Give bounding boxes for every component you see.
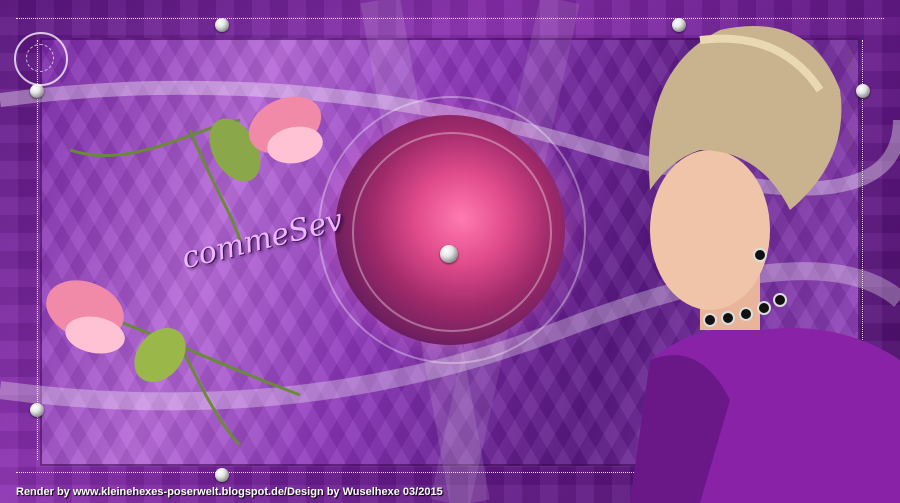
pearl-bottom-left: [215, 468, 229, 482]
pearl-left-upper: [30, 84, 44, 98]
orb-inner-ring: [352, 132, 552, 332]
lace-line-left: [37, 40, 38, 460]
flower-bottom-stem: [99, 313, 301, 447]
face: [650, 150, 770, 310]
stamp-icon: [14, 32, 68, 86]
pearl-top-left: [215, 18, 229, 32]
flower-bottom: [46, 280, 301, 447]
woman-portrait: [630, 26, 900, 503]
orb-pearl: [440, 245, 458, 263]
credit-text: Render by www.kleinehexes-poserwelt.blog…: [16, 486, 443, 498]
earring: [753, 248, 767, 262]
artwork-canvas: commeSev Render by www.kleinehexes-poser…: [0, 0, 900, 503]
